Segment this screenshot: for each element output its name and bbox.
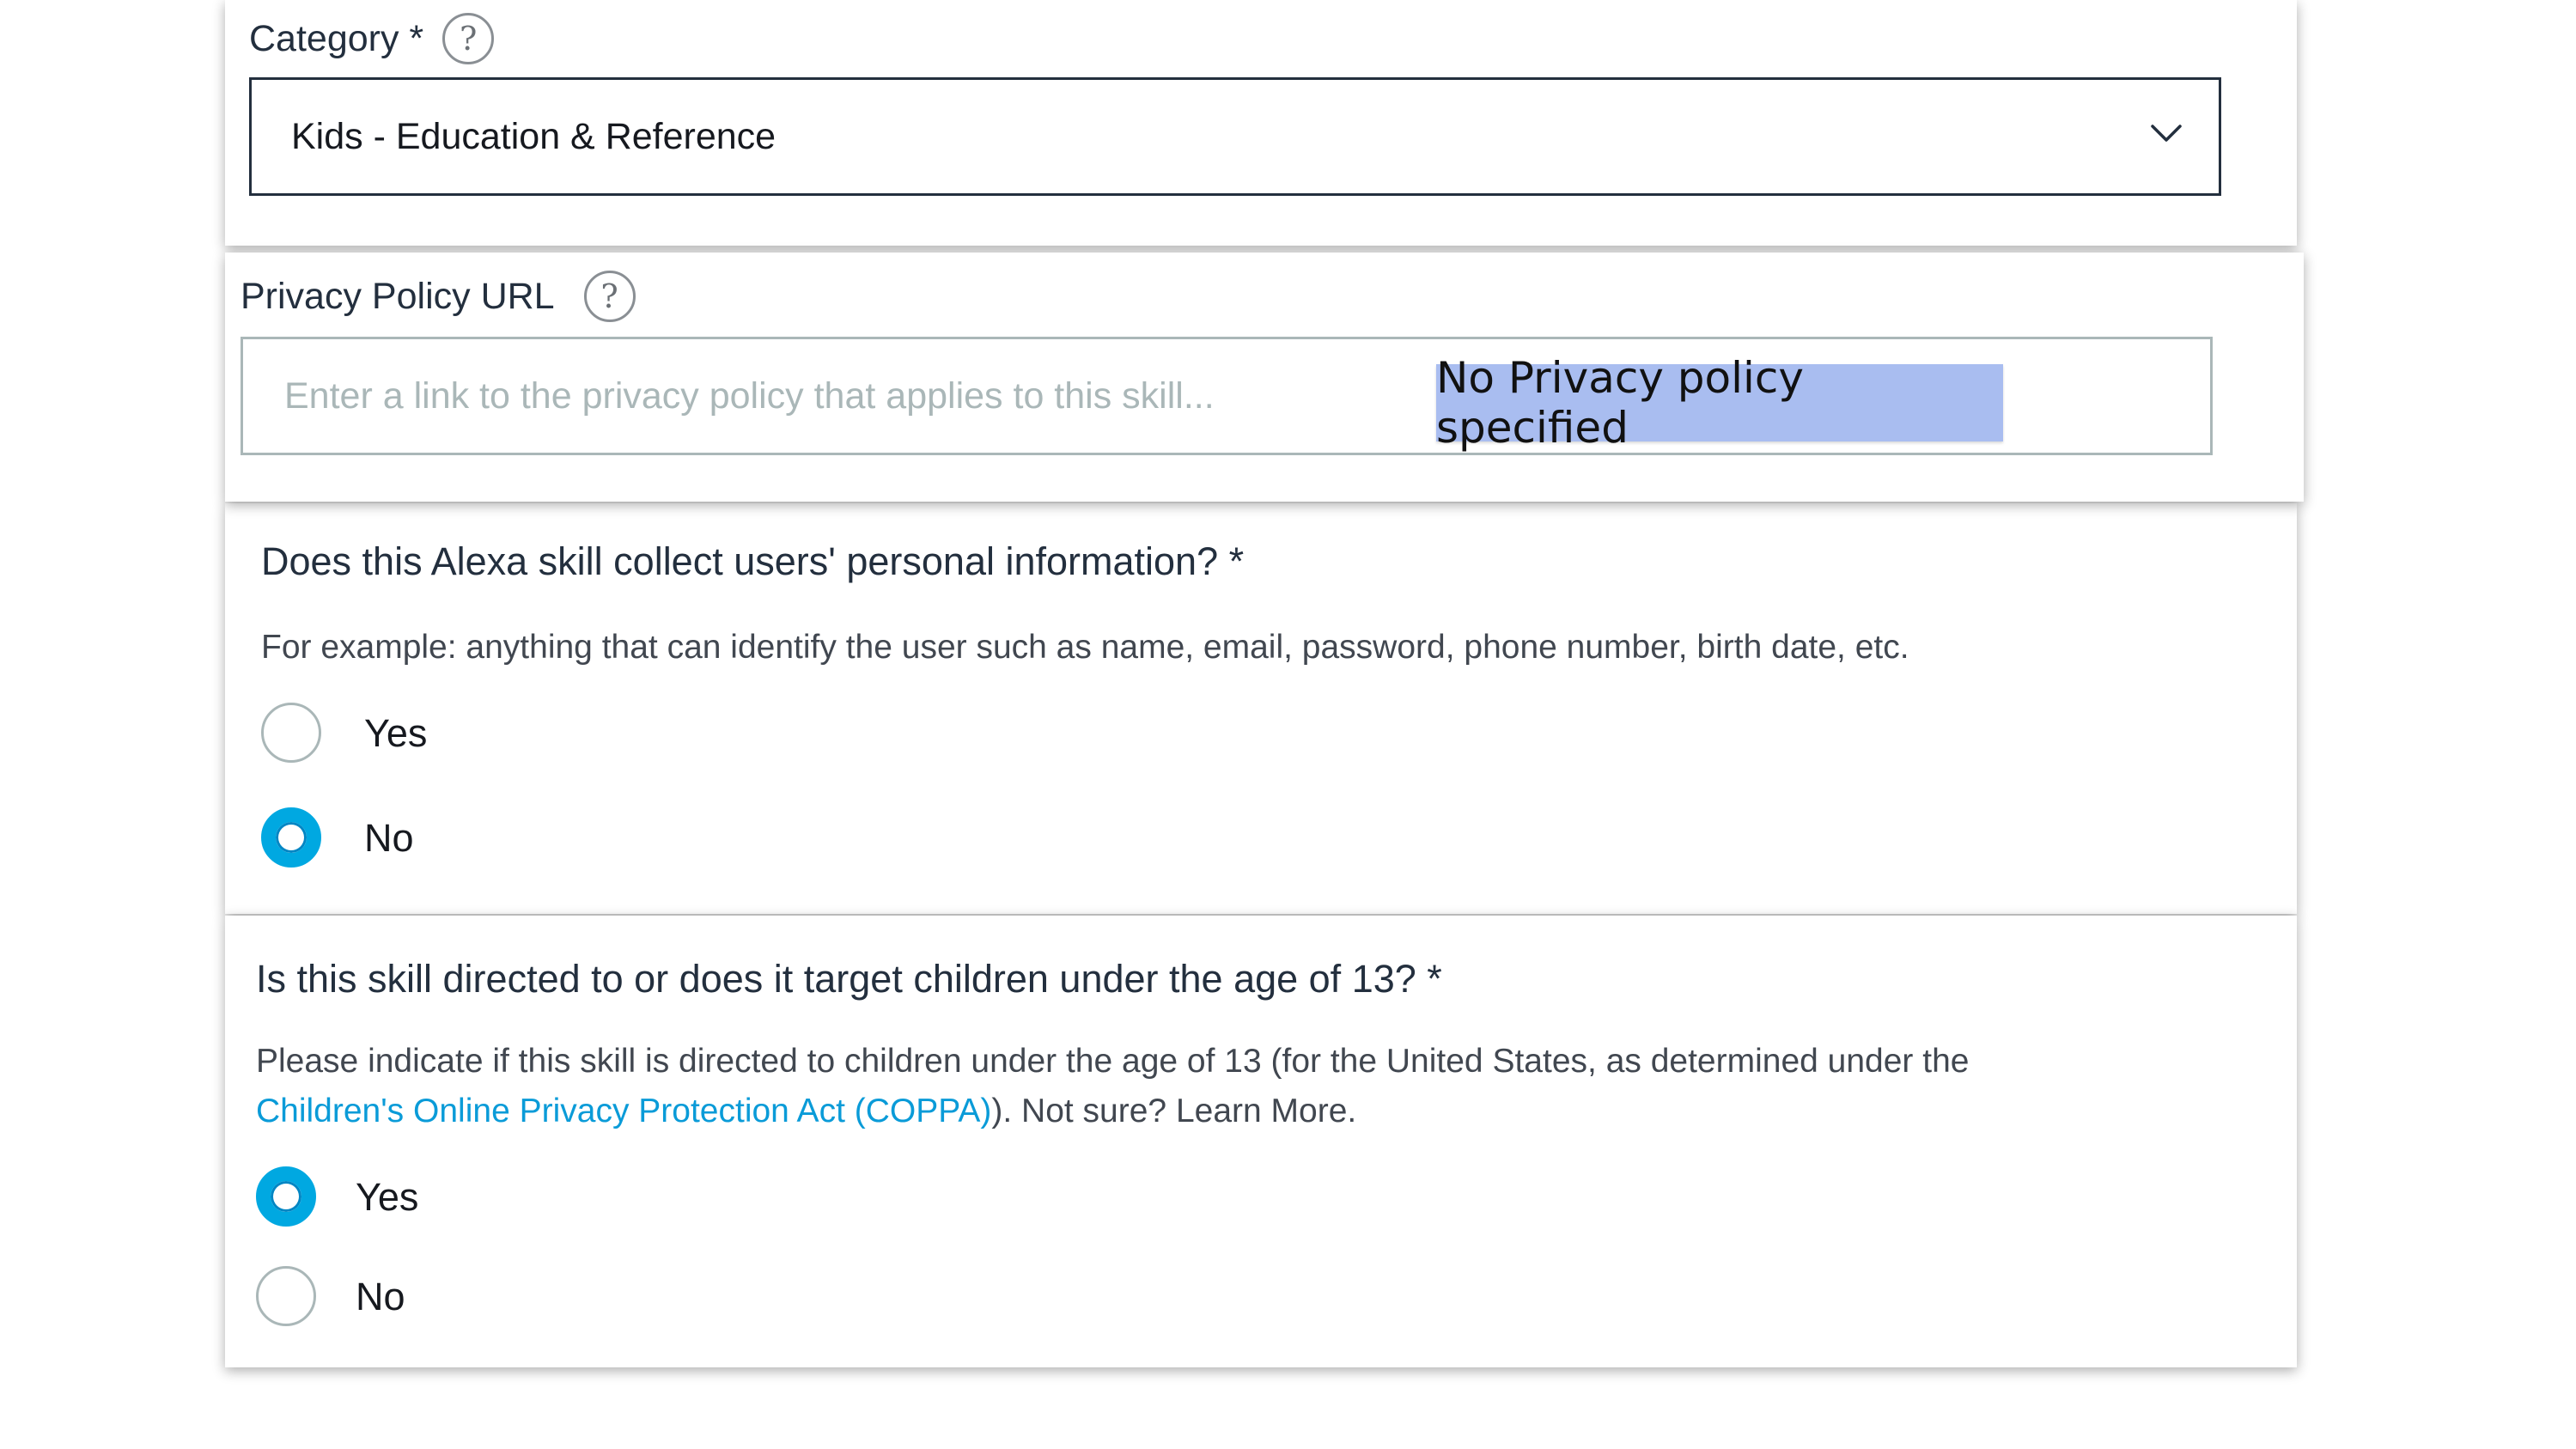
- no-privacy-policy-annotation: No Privacy policy specified: [1436, 353, 2003, 453]
- personal-info-no-label[interactable]: No: [364, 816, 414, 861]
- privacy-url-input[interactable]: [284, 360, 1435, 432]
- category-select[interactable]: Kids - Education & Reference: [249, 77, 2221, 196]
- personal-info-yes-label[interactable]: Yes: [364, 711, 427, 756]
- children-no-radio[interactable]: [256, 1266, 316, 1326]
- privacy-label-row: Privacy Policy URL ?: [241, 268, 636, 325]
- chevron-down-icon: [2151, 125, 2182, 142]
- privacy-policy-label: Privacy Policy URL: [241, 275, 555, 317]
- children-yes-radio[interactable]: [256, 1166, 316, 1227]
- category-selected-value: Kids - Education & Reference: [291, 116, 776, 157]
- children-no-label[interactable]: No: [356, 1275, 405, 1319]
- children-yes-label[interactable]: Yes: [356, 1175, 418, 1220]
- children-description-line2: Children's Online Privacy Protection Act…: [256, 1093, 1356, 1130]
- category-label-row: Category * ?: [249, 10, 495, 67]
- children-question: Is this skill directed to or does it tar…: [256, 957, 1442, 1001]
- children-description-line1: Please indicate if this skill is directe…: [256, 1043, 1970, 1080]
- coppa-link[interactable]: Children's Online Privacy Protection Act…: [256, 1093, 991, 1129]
- category-label: Category *: [249, 17, 424, 59]
- personal-info-no-radio[interactable]: [261, 807, 321, 868]
- personal-info-question: Does this Alexa skill collect users' per…: [261, 539, 1245, 583]
- category-help-icon[interactable]: ?: [442, 13, 495, 64]
- children-description-tail: ). Not sure? Learn More.: [991, 1093, 1357, 1129]
- privacy-help-icon[interactable]: ?: [583, 271, 636, 322]
- personal-info-yes-radio[interactable]: [261, 703, 321, 763]
- personal-info-description: For example: anything that can identify …: [261, 629, 1909, 666]
